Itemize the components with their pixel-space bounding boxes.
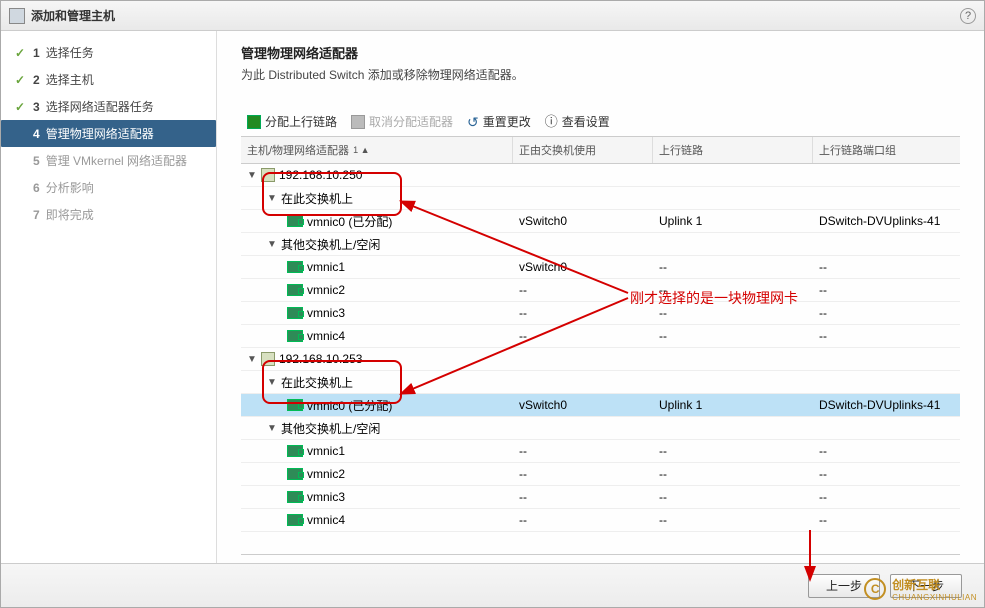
app-icon bbox=[9, 8, 25, 24]
twisty-icon[interactable]: ▼ bbox=[247, 170, 257, 181]
nic-row[interactable]: vmnic4 -- -- -- bbox=[241, 509, 960, 532]
step-1[interactable]: ✓ 1 选择任务 bbox=[1, 39, 216, 66]
reset-icon: ↺ bbox=[467, 115, 479, 129]
table-header: 主机/物理网络适配器 1 ▲ 正由交换机使用 上行链路 上行链路端口组 bbox=[241, 137, 960, 164]
nic-row[interactable]: vmnic1 -- -- -- bbox=[241, 440, 960, 463]
group-idle[interactable]: ▼其他交换机上/空闲 bbox=[241, 417, 960, 440]
wizard-footer: 上一步 下一步 bbox=[1, 563, 984, 607]
group-on-switch[interactable]: ▼在此交换机上 bbox=[241, 371, 960, 394]
dialog-title: 添加和管理主机 bbox=[31, 7, 115, 24]
nic-icon bbox=[287, 330, 303, 342]
nic-icon bbox=[287, 307, 303, 319]
nic-icon bbox=[287, 491, 303, 503]
check-icon: ✓ bbox=[15, 73, 29, 87]
nic-icon bbox=[287, 445, 303, 457]
step-4[interactable]: ✓ 4 管理物理网络适配器 bbox=[1, 120, 216, 147]
page-title: 管理物理网络适配器 bbox=[241, 43, 960, 62]
titlebar: 添加和管理主机 ? bbox=[1, 1, 984, 31]
assign-icon bbox=[247, 115, 261, 129]
nic-icon bbox=[287, 514, 303, 526]
wizard-steps: ✓ 1 选择任务 ✓ 2 选择主机 ✓ 3 选择网络适配器任务 ✓ 4 管理物理… bbox=[1, 31, 217, 563]
nic-icon bbox=[287, 284, 303, 296]
step-5: ✓ 5 管理 VMkernel 网络适配器 bbox=[1, 147, 216, 174]
nic-row[interactable]: vmnic1 vSwitch0 -- -- bbox=[241, 256, 960, 279]
host-row[interactable]: ▼192.168.10.253 bbox=[241, 348, 960, 371]
adapter-tree[interactable]: ▼192.168.10.250 ▼在此交换机上 vmnic0 (已分配) vSw… bbox=[241, 164, 960, 555]
twisty-icon[interactable]: ▼ bbox=[267, 423, 277, 434]
step-2[interactable]: ✓ 2 选择主机 bbox=[1, 66, 216, 93]
check-icon: ✓ bbox=[15, 100, 29, 114]
host-icon bbox=[261, 352, 275, 366]
view-settings-button[interactable]: ⓘ 查看设置 bbox=[545, 113, 610, 130]
page-subtitle: 为此 Distributed Switch 添加或移除物理网络适配器。 bbox=[241, 66, 960, 83]
nic-row[interactable]: vmnic2 -- -- -- bbox=[241, 463, 960, 486]
nic-icon bbox=[287, 215, 303, 227]
nic-icon bbox=[287, 399, 303, 411]
host-icon bbox=[261, 168, 275, 182]
col-uplink-portgroup[interactable]: 上行链路端口组 bbox=[813, 137, 960, 163]
step-6: ✓ 6 分析影响 bbox=[1, 174, 216, 201]
nic-row[interactable]: vmnic0 (已分配) vSwitch0 Uplink 1 DSwitch-D… bbox=[241, 394, 960, 417]
assign-uplink-button[interactable]: 分配上行链路 bbox=[247, 113, 337, 130]
group-idle[interactable]: ▼其他交换机上/空闲 bbox=[241, 233, 960, 256]
help-icon[interactable]: ? bbox=[960, 8, 976, 24]
next-button[interactable]: 下一步 bbox=[890, 574, 962, 598]
nic-row[interactable]: vmnic3 -- -- -- bbox=[241, 486, 960, 509]
unassign-icon bbox=[351, 115, 365, 129]
twisty-icon[interactable]: ▼ bbox=[267, 239, 277, 250]
nic-row[interactable]: vmnic0 (已分配) vSwitch0 Uplink 1 DSwitch-D… bbox=[241, 210, 960, 233]
nic-icon bbox=[287, 468, 303, 480]
nic-row[interactable]: vmnic2 -- -- -- bbox=[241, 279, 960, 302]
nic-row[interactable]: vmnic3 -- -- -- bbox=[241, 302, 960, 325]
sort-indicator: 1 ▲ bbox=[353, 145, 369, 155]
step-7: ✓ 7 即将完成 bbox=[1, 201, 216, 228]
unassign-adapter-button: 取消分配适配器 bbox=[351, 113, 453, 130]
host-row[interactable]: ▼192.168.10.250 bbox=[241, 164, 960, 187]
group-on-switch[interactable]: ▼在此交换机上 bbox=[241, 187, 960, 210]
toolbar: 分配上行链路 取消分配适配器 ↺ 重置更改 ⓘ 查看设置 bbox=[241, 109, 960, 137]
twisty-icon[interactable]: ▼ bbox=[267, 377, 277, 388]
info-icon: ⓘ bbox=[545, 115, 558, 129]
twisty-icon[interactable]: ▼ bbox=[247, 354, 257, 365]
col-uplink[interactable]: 上行链路 bbox=[653, 137, 813, 163]
nic-row[interactable]: vmnic4 -- -- -- bbox=[241, 325, 960, 348]
col-host-adapter[interactable]: 主机/物理网络适配器 1 ▲ bbox=[241, 137, 513, 163]
step-3[interactable]: ✓ 3 选择网络适配器任务 bbox=[1, 93, 216, 120]
col-used-by-switch[interactable]: 正由交换机使用 bbox=[513, 137, 653, 163]
twisty-icon[interactable]: ▼ bbox=[267, 193, 277, 204]
reset-changes-button[interactable]: ↺ 重置更改 bbox=[467, 113, 531, 130]
back-button[interactable]: 上一步 bbox=[808, 574, 880, 598]
nic-icon bbox=[287, 261, 303, 273]
check-icon: ✓ bbox=[15, 46, 29, 60]
